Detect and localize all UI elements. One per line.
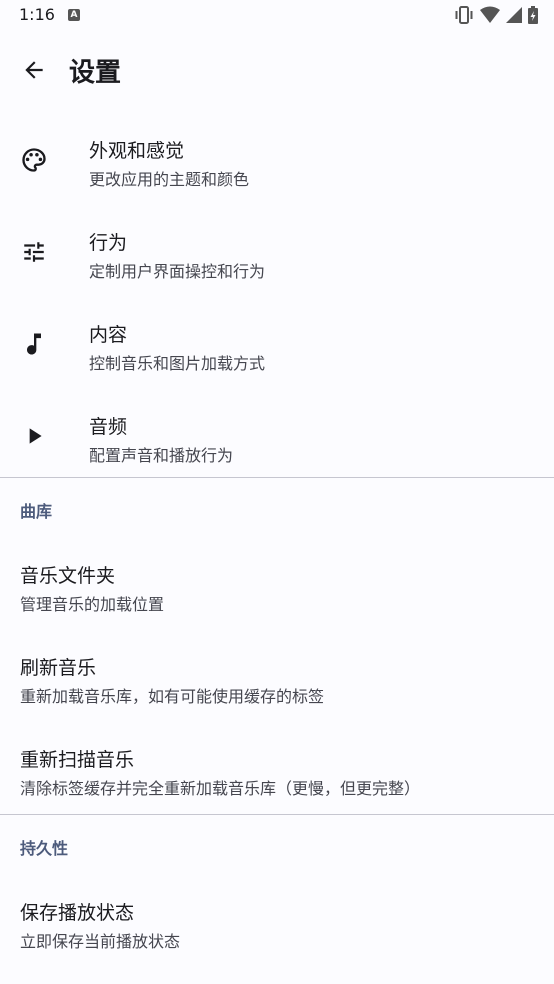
tune-icon: [24, 242, 44, 262]
item-title: 内容: [89, 324, 128, 346]
item-subtitle: 管理音乐的加载位置: [20, 595, 165, 614]
status-bar: 1:16 A: [0, 0, 554, 32]
settings-item-appearance[interactable]: 外观和感觉 更改应用的主题和颜色: [0, 116, 554, 208]
play-icon: [29, 428, 42, 444]
arrow-back-icon: [25, 61, 43, 79]
item-title: 音乐文件夹: [20, 565, 116, 587]
item-title: 保存播放状态: [20, 902, 135, 924]
settings-item-music-folders[interactable]: 音乐文件夹 管理音乐的加载位置: [0, 545, 554, 637]
item-subtitle: 定制用户界面操控和行为: [89, 262, 266, 281]
item-title: 行为: [89, 232, 128, 254]
page-title: 设置: [69, 58, 122, 88]
item-subtitle: 更改应用的主题和颜色: [89, 170, 250, 189]
status-time: 1:16: [19, 5, 55, 24]
item-subtitle: 立即保存当前播放状态: [20, 932, 181, 951]
settings-item-behavior[interactable]: 行为 定制用户界面操控和行为: [0, 208, 554, 300]
section-header-library: 曲库: [20, 502, 53, 521]
toolbar: 设置: [0, 38, 554, 102]
battery-icon: [528, 6, 538, 24]
section-header-persistence: 持久性: [20, 839, 69, 858]
item-title: 刷新音乐: [20, 657, 97, 679]
back-button[interactable]: [18, 54, 50, 86]
notification-icon: A: [68, 9, 80, 21]
item-title: 重新扫描音乐: [20, 749, 135, 771]
item-subtitle: 清除标签缓存并完全重新加载音乐库（更慢，但更完整）: [20, 779, 421, 798]
settings-item-content[interactable]: 内容 控制音乐和图片加载方式: [0, 300, 554, 392]
settings-item-audio[interactable]: 音频 配置声音和播放行为: [0, 392, 554, 484]
settings-item-rescan-music[interactable]: 重新扫描音乐 清除标签缓存并完全重新加载音乐库（更慢，但更完整）: [0, 729, 554, 821]
item-subtitle: 控制音乐和图片加载方式: [89, 354, 266, 373]
item-subtitle: 配置声音和播放行为: [89, 446, 234, 465]
palette-icon: [22, 148, 46, 172]
wifi-icon: [480, 6, 500, 23]
item-subtitle: 重新加载音乐库，如有可能使用缓存的标签: [20, 687, 325, 706]
divider: [0, 477, 554, 478]
item-title: 外观和感觉: [89, 140, 185, 162]
divider: [0, 814, 554, 815]
music-note-icon: [27, 333, 41, 355]
vibrate-icon: [455, 6, 473, 24]
signal-icon: [506, 7, 522, 23]
settings-item-save-playback-state[interactable]: 保存播放状态 立即保存当前播放状态: [0, 882, 554, 974]
item-title: 音频: [89, 416, 128, 438]
settings-item-refresh-music[interactable]: 刷新音乐 重新加载音乐库，如有可能使用缓存的标签: [0, 637, 554, 729]
status-icons: [454, 6, 538, 24]
